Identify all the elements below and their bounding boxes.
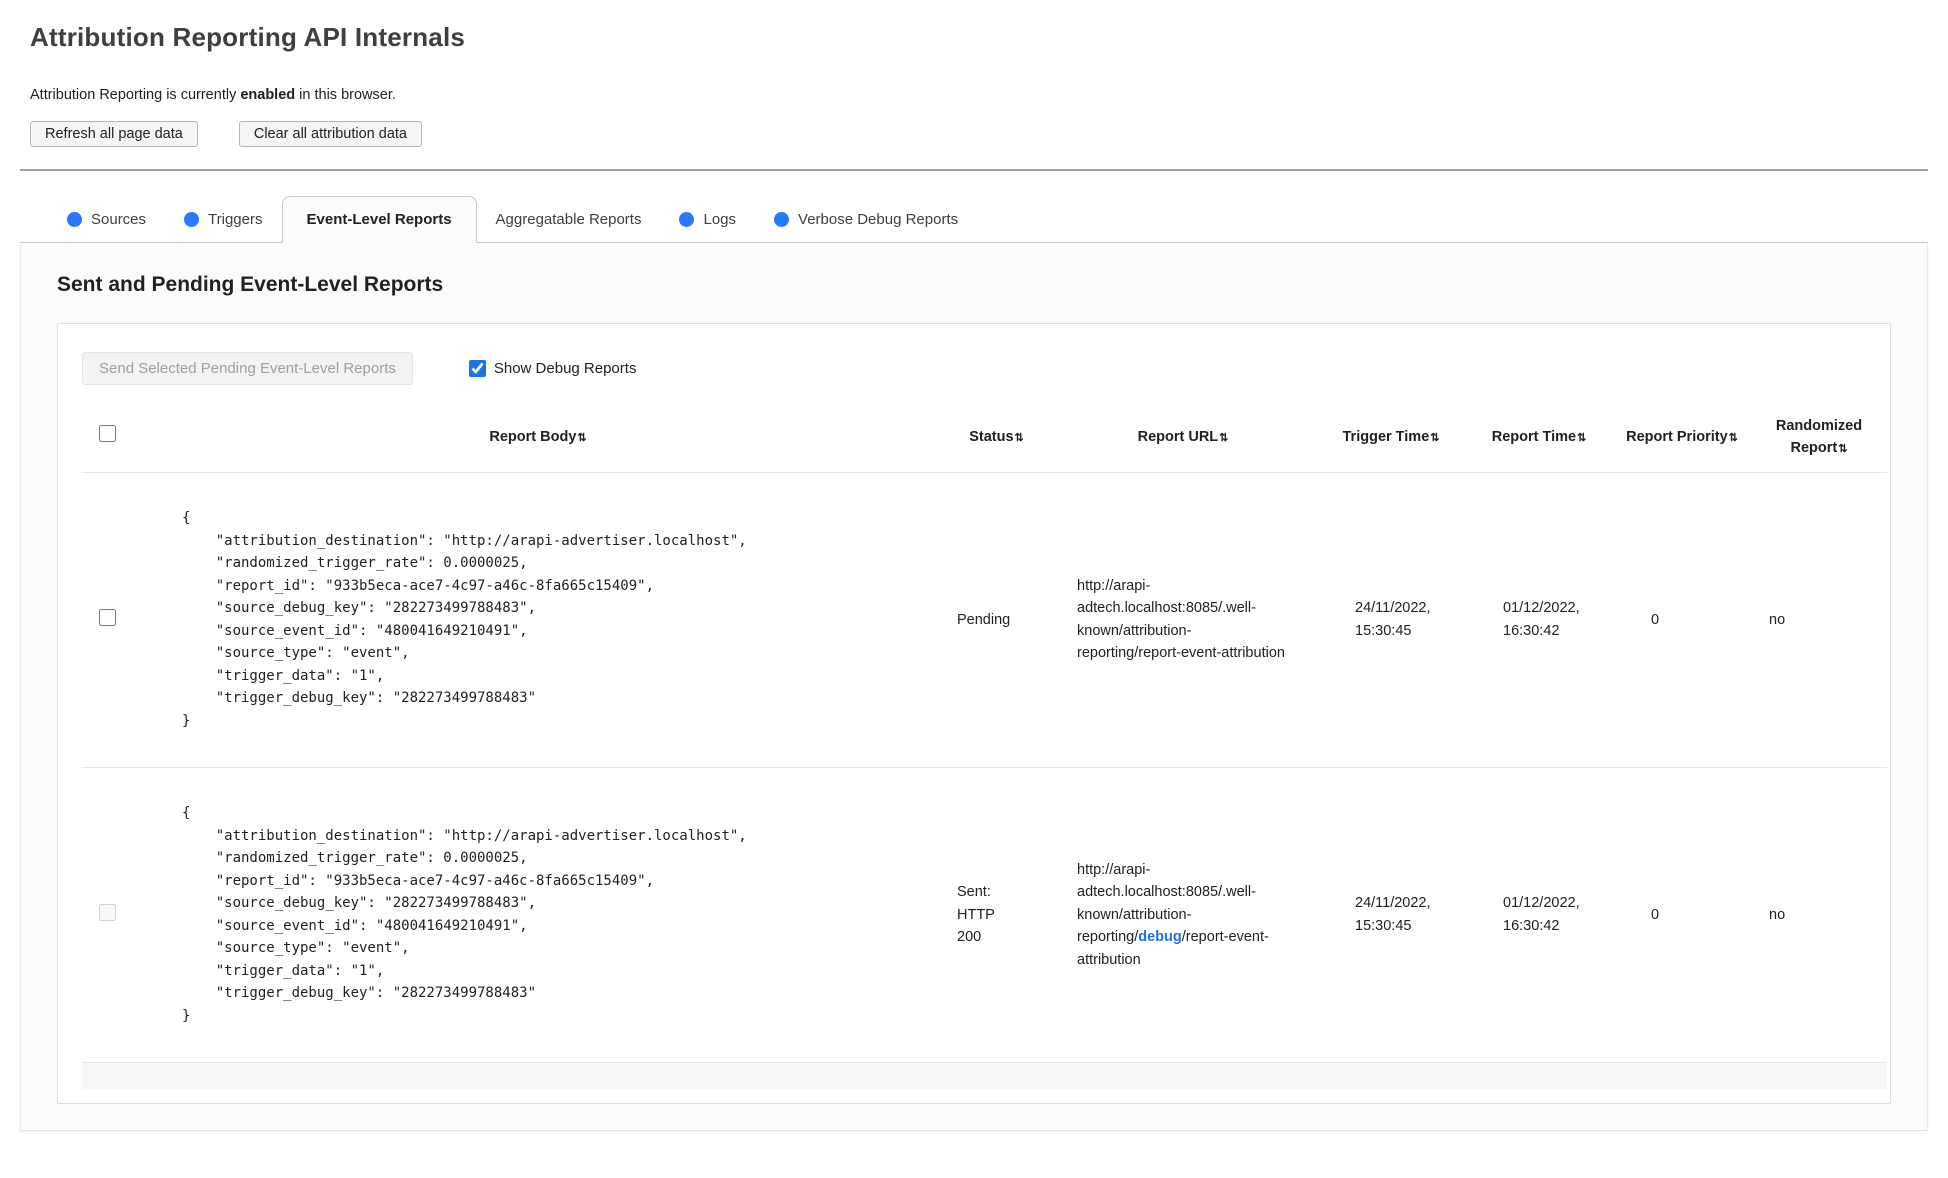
col-header-report-url[interactable]: Report URL⇅ [1049,403,1317,473]
col-header-trigger-time[interactable]: Trigger Time⇅ [1317,403,1465,473]
col-label-report-time: Report Time [1491,429,1577,446]
clear-all-button[interactable]: Clear all attribution data [238,121,422,147]
tab-event-level-label: Event-Level Reports [306,211,452,228]
header-divider [20,169,1928,171]
tab-sources[interactable]: Sources [48,196,165,243]
report-time-cell: 01/12/2022, 16:30:42 [1465,767,1613,1063]
show-debug-reports-checkbox[interactable] [468,360,486,377]
sort-icon[interactable]: ⇅ [577,432,586,444]
report-row-pending: { "attribution_destination": "http://ara… [82,472,1887,768]
report-url-cell: http://arapi-adtech.localhost:8085/.well… [1049,767,1317,1063]
tab-triggers[interactable]: Triggers [165,196,281,243]
col-label-trigger-time: Trigger Time [1342,429,1430,446]
col-label-status: Status [969,429,1014,446]
refresh-all-button[interactable]: Refresh all page data [30,121,198,147]
send-selected-reports-button[interactable]: Send Selected Pending Event-Level Report… [82,352,413,385]
row-select-cell [82,472,132,768]
col-header-status[interactable]: Status⇅ [944,403,1049,473]
table-header-row: Report Body⇅ Status⇅ Report URL⇅ Trigger… [82,403,1887,473]
report-url-text: http://arapi-adtech.localhost:8085/.well… [1077,578,1285,662]
trigger-time-cell: 24/11/2022, 15:30:45 [1317,767,1465,1063]
row-select-checkbox[interactable] [98,609,116,627]
tab-verbose-debug-reports[interactable]: Verbose Debug Reports [755,196,977,243]
tab-aggregatable-reports[interactable]: Aggregatable Reports [477,196,661,243]
tab-event-level-reports[interactable]: Event-Level Reports [281,196,477,243]
tab-verbose-label: Verbose Debug Reports [798,211,959,228]
sort-icon[interactable]: ⇅ [1729,432,1738,444]
sources-notification-dot-icon [67,212,82,227]
reports-box: Send Selected Pending Event-Level Report… [57,323,1891,1105]
triggers-notification-dot-icon [184,212,200,227]
tab-triggers-label: Triggers [208,211,263,228]
table-footer-strip [82,1061,1887,1090]
status-cell: Sent: HTTP 200 [944,767,1049,1063]
sort-icon[interactable]: ⇅ [1577,432,1586,444]
row-select-cell [82,767,132,1063]
tab-logs-label: Logs [703,211,737,228]
sort-icon[interactable]: ⇅ [1430,432,1439,444]
section-heading: Sent and Pending Event-Level Reports [57,273,444,296]
tab-logs[interactable]: Logs [660,196,755,243]
page-title: Attribution Reporting API Internals [30,22,466,52]
col-header-randomized-report[interactable]: Randomized Report⇅ [1751,403,1887,473]
tab-aggregatable-label: Aggregatable Reports [495,211,642,228]
report-controls: Send Selected Pending Event-Level Report… [82,352,1866,385]
status-enabled: enabled [240,87,296,103]
show-debug-reports-toggle[interactable]: Show Debug Reports [468,360,637,377]
report-time-cell: 01/12/2022, 16:30:42 [1465,472,1613,768]
randomized-report-cell: no [1751,767,1887,1063]
show-debug-reports-label: Show Debug Reports [493,360,637,377]
report-body-cell: { "attribution_destination": "http://ara… [132,767,944,1063]
attribution-internals-page: Attribution Reporting API Internals Attr… [0,0,1948,1132]
col-label-report-url: Report URL [1137,429,1219,446]
report-url-cell: http://arapi-adtech.localhost:8085/.well… [1049,472,1317,768]
event-level-reports-table: Report Body⇅ Status⇅ Report URL⇅ Trigger… [82,403,1887,1090]
status-cell: Pending [944,472,1049,768]
verbose-notification-dot-icon [774,212,790,227]
col-label-report-priority: Report Priority [1626,429,1728,446]
logs-notification-dot-icon [679,212,695,227]
select-all-checkbox[interactable] [98,425,116,443]
col-label-report-body: Report Body [489,429,577,446]
api-status-text: Attribution Reporting is currently enabl… [30,87,1918,103]
trigger-time-cell: 24/11/2022, 15:30:45 [1317,472,1465,768]
col-header-report-priority[interactable]: Report Priority⇅ [1613,403,1751,473]
col-header-report-body[interactable]: Report Body⇅ [132,403,944,473]
report-row-sent: { "attribution_destination": "http://ara… [82,767,1887,1063]
report-priority-cell: 0 [1613,767,1751,1063]
status-suffix: in this browser. [295,87,396,103]
tab-sources-label: Sources [91,211,147,228]
sort-icon[interactable]: ⇅ [1838,443,1847,455]
report-body-json: { "attribution_destination": "http://ara… [182,805,747,1024]
sort-icon[interactable]: ⇅ [1219,432,1228,444]
debug-url-link[interactable]: debug [1138,929,1182,945]
select-all-header-cell [82,403,132,473]
col-header-report-time[interactable]: Report Time⇅ [1465,403,1613,473]
status-prefix: Attribution Reporting is currently [30,87,241,103]
row-select-checkbox-disabled [98,904,116,922]
tabs-container: Sources Triggers Event-Level Reports Agg… [20,195,1928,1132]
tab-strip: Sources Triggers Event-Level Reports Agg… [20,195,1928,243]
sort-icon[interactable]: ⇅ [1015,432,1024,444]
event-level-reports-panel: Sent and Pending Event-Level Reports Sen… [20,243,1928,1132]
top-button-row: Refresh all page data Clear all attribut… [30,121,1918,147]
randomized-report-cell: no [1751,472,1887,768]
report-body-json: { "attribution_destination": "http://ara… [182,510,747,729]
col-label-randomized-report: Randomized Report [1775,418,1863,457]
report-body-cell: { "attribution_destination": "http://ara… [132,472,944,768]
report-priority-cell: 0 [1613,472,1751,768]
